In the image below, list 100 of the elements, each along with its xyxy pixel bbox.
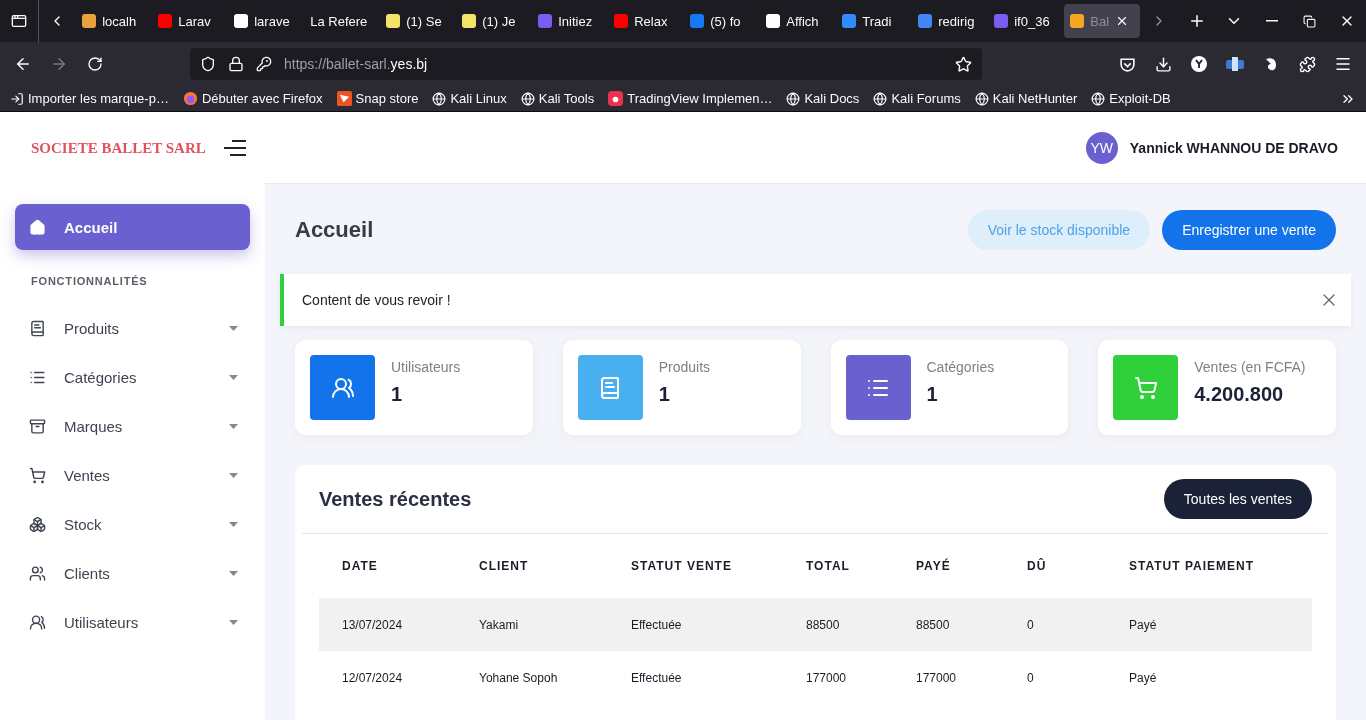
column-header: STATUT PAIEMENT bbox=[1129, 559, 1255, 573]
letter-y-icon bbox=[1191, 56, 1207, 72]
sidebar-item[interactable]: Produits bbox=[15, 305, 250, 351]
globe-icon bbox=[873, 91, 888, 106]
sidebar-item[interactable]: Utilisateurs bbox=[15, 599, 250, 645]
table-cell-text: 12/07/2024 bbox=[342, 670, 404, 685]
company-logo: SOCIETE BALLET SARL bbox=[31, 139, 206, 157]
browser-tab[interactable]: Affich bbox=[760, 4, 837, 38]
bookmark-link[interactable]: Débuter avec Firefox bbox=[182, 91, 323, 106]
browser-tab[interactable]: La Refere bbox=[304, 4, 381, 38]
bookmark-link[interactable]: Kali NetHunter bbox=[974, 91, 1078, 106]
table-cell-text: 0 bbox=[1027, 670, 1035, 685]
table-cell-text: Effectuée bbox=[631, 670, 683, 685]
record-sale-button[interactable]: Enregistrer une vente bbox=[1162, 210, 1336, 250]
sidebar-item[interactable]: Catégories bbox=[15, 354, 250, 400]
stat-label: Utilisateurs bbox=[391, 359, 461, 375]
stat-label: Catégories bbox=[926, 359, 995, 375]
user-name: Yannick WHANNOU DE DRAVO bbox=[1129, 139, 1338, 156]
stat-value: 1 bbox=[658, 383, 671, 406]
book-icon bbox=[29, 319, 46, 337]
puzzle-icon bbox=[1298, 55, 1316, 73]
extension-icon bbox=[1226, 57, 1244, 71]
browser-tab[interactable]: Larav bbox=[152, 4, 229, 38]
browser-tab[interactable]: if0_36 bbox=[988, 4, 1065, 38]
column-header: CLIENT bbox=[479, 559, 530, 573]
table-cell-text: 13/07/2024 bbox=[342, 617, 404, 632]
globe-icon bbox=[432, 91, 447, 106]
browser-tab[interactable]: (1) Je bbox=[456, 4, 533, 38]
section-title: Ventes récentes bbox=[319, 487, 472, 511]
section-heading: FONCTIONNALITÉS bbox=[30, 274, 149, 289]
minimize-icon bbox=[1265, 20, 1278, 22]
globe-icon bbox=[974, 91, 989, 106]
import-icon bbox=[10, 91, 24, 106]
table-cell-text: 0 bbox=[1027, 617, 1035, 632]
all-sales-button[interactable]: Toutes les ventes bbox=[1163, 479, 1312, 519]
table-cell-text: 177000 bbox=[916, 670, 958, 685]
column-header: STATUT VENTE bbox=[631, 559, 733, 573]
globe-icon bbox=[786, 91, 801, 106]
stat-value: 4.200.800 bbox=[1194, 383, 1285, 406]
cart-icon bbox=[1133, 375, 1158, 400]
download-icon bbox=[1154, 55, 1172, 73]
sidebar-item[interactable]: Accueil bbox=[15, 204, 250, 250]
stat-value: 1 bbox=[391, 383, 404, 406]
caret-icon bbox=[229, 374, 238, 380]
browser-tab[interactable]: (1) Se bbox=[380, 4, 457, 38]
bookmark-link[interactable]: Kali Linux bbox=[432, 91, 507, 106]
table-cell-text: Payé bbox=[1129, 617, 1158, 632]
user-avatar: YW bbox=[1085, 131, 1118, 164]
menu-button[interactable] bbox=[224, 140, 246, 156]
users-icon bbox=[330, 375, 355, 400]
pocket-icon bbox=[1118, 55, 1136, 73]
shield-icon bbox=[200, 56, 216, 72]
alert-message: Content de vous revoir ! bbox=[302, 292, 452, 308]
cart-icon bbox=[29, 466, 46, 484]
table-cell-text: Effectuée bbox=[631, 617, 683, 632]
boxes-icon bbox=[29, 515, 46, 533]
caret-icon bbox=[229, 521, 238, 527]
caret-icon bbox=[229, 570, 238, 576]
bookmark-link[interactable]: Kali Tools bbox=[520, 91, 595, 106]
menu-icon bbox=[1334, 55, 1352, 73]
window-icon bbox=[10, 13, 27, 29]
stat-label: Produits bbox=[658, 359, 711, 375]
page-title: Accueil bbox=[295, 217, 375, 243]
browser-tab[interactable]: larave bbox=[228, 4, 305, 38]
sidebar-item[interactable]: Marques bbox=[15, 403, 250, 449]
bookmark-link[interactable]: Snap store bbox=[336, 91, 419, 106]
browser-tab[interactable]: Relax bbox=[608, 4, 685, 38]
table-cell-text: Payé bbox=[1129, 670, 1158, 685]
table-cell-text: 88500 bbox=[806, 617, 841, 632]
caret-icon bbox=[229, 325, 238, 331]
browser-tab[interactable]: redirig bbox=[912, 4, 989, 38]
bookmark-star-icon[interactable] bbox=[955, 55, 972, 73]
caret-icon bbox=[229, 619, 238, 625]
column-header: DATE bbox=[342, 559, 379, 573]
browser-tab[interactable]: Tradi bbox=[836, 4, 913, 38]
browser-tab[interactable]: localh bbox=[76, 4, 153, 38]
arrow-right-icon bbox=[50, 55, 68, 73]
bookmark-link[interactable]: Importer les marque-p… bbox=[10, 91, 169, 106]
bookmark-link[interactable]: TradingView Implemen… bbox=[608, 91, 773, 106]
table-cell-text: 88500 bbox=[916, 617, 951, 632]
bookmark-link[interactable]: Kali Docs bbox=[786, 91, 860, 106]
reload-icon bbox=[87, 56, 103, 72]
browser-tab[interactable]: Initiez bbox=[532, 4, 609, 38]
sidebar-item[interactable]: Stock bbox=[15, 501, 250, 547]
caret-icon bbox=[229, 472, 238, 478]
url-text: https://ballet-sarl.yes.bj bbox=[284, 56, 429, 72]
bookmark-link[interactable]: Kali Forums bbox=[873, 91, 961, 106]
stat-value: 1 bbox=[926, 383, 939, 406]
users-icon bbox=[29, 564, 46, 582]
column-header: TOTAL bbox=[806, 559, 851, 573]
lock-icon bbox=[228, 56, 244, 72]
table-cell-text: Yohane Sopoh bbox=[479, 670, 559, 685]
sidebar-item[interactable]: Clients bbox=[15, 550, 250, 596]
table-cell-text: 177000 bbox=[806, 670, 848, 685]
address-bar[interactable]: https://ballet-sarl.yes.bj bbox=[190, 48, 982, 80]
sidebar-item[interactable]: Ventes bbox=[15, 452, 250, 498]
browser-tab[interactable]: (5) fo bbox=[684, 4, 761, 38]
stat-label: Ventes (en FCFA) bbox=[1194, 359, 1306, 375]
bookmark-link[interactable]: Exploit-DB bbox=[1091, 91, 1171, 106]
users-icon bbox=[29, 613, 46, 631]
